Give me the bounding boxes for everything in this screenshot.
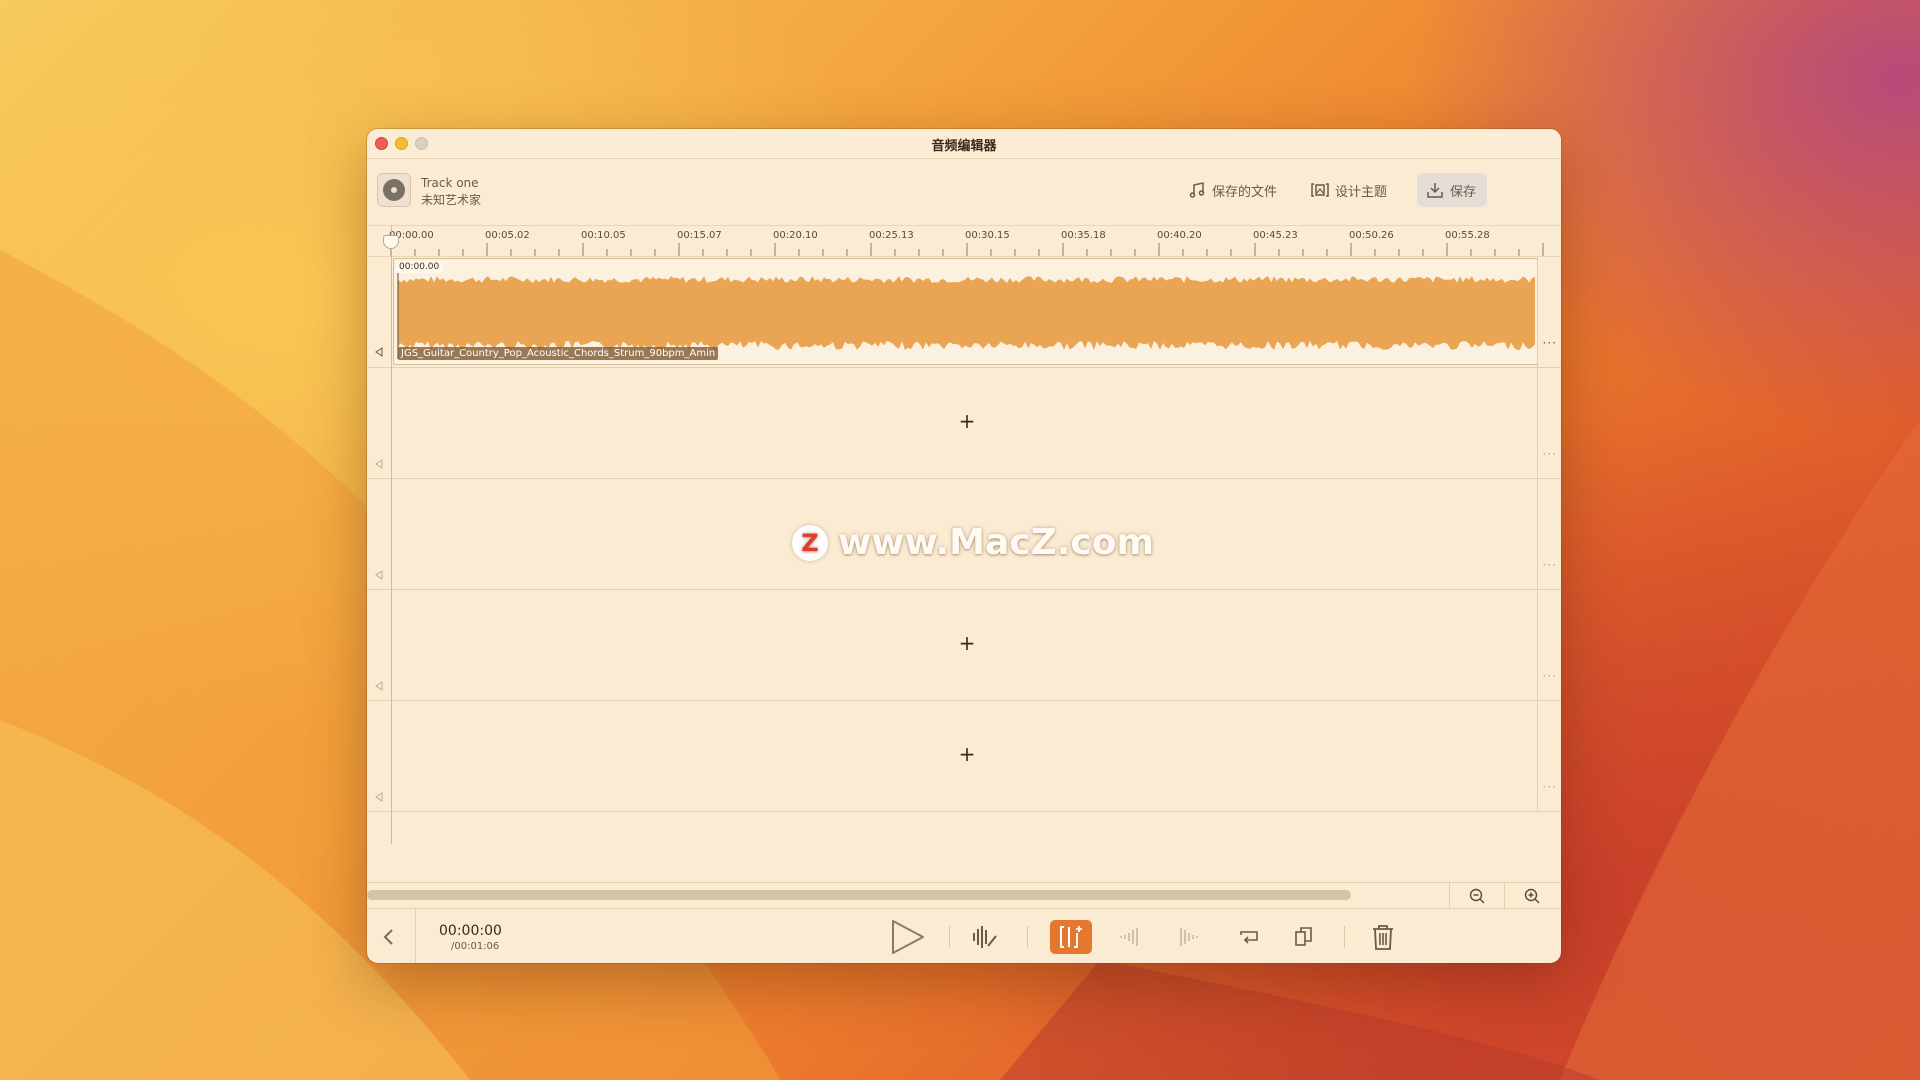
track-header: Track one 未知艺术家 保存的文件 设计主题 保存 [367, 159, 1561, 226]
fade-in-icon [1120, 928, 1138, 946]
lane-controls [367, 367, 392, 478]
chevron-left-icon[interactable] [377, 925, 401, 949]
music-note-icon [1189, 182, 1205, 198]
time-ruler[interactable]: 00:00.00 00:05.02 00:10.05 00:15.07 00:20.10… [367, 225, 1561, 257]
download-icon [1427, 183, 1443, 198]
waveform-edit-icon [973, 926, 997, 948]
zoom-in-icon [1524, 888, 1540, 904]
lane-controls [367, 478, 392, 589]
delete-button[interactable] [1367, 921, 1399, 953]
ruler-label: 00:10.05 [581, 230, 626, 241]
fade-out-button[interactable] [1173, 921, 1205, 953]
ruler-label: 00:35.18 [1061, 230, 1106, 241]
title-bar: 音频编辑器 [367, 129, 1561, 159]
ruler-label: 00:45.23 [1253, 230, 1298, 241]
zoom-out-button[interactable] [1449, 883, 1504, 909]
lane-controls [367, 700, 392, 811]
ruler-label: 00:05.02 [485, 230, 530, 241]
speaker-icon[interactable] [373, 346, 385, 358]
timeline-scroll-row [367, 882, 1561, 909]
track-artist: 未知艺术家 [421, 193, 482, 207]
loop-icon [1240, 931, 1258, 944]
ruler-label: 00:25.13 [869, 230, 914, 241]
total-time: /00:01:06 [451, 941, 500, 952]
speaker-icon[interactable] [373, 680, 385, 692]
fade-out-icon [1180, 928, 1198, 946]
window-title: 音频编辑器 [931, 139, 997, 154]
add-clip-button[interactable]: + [957, 409, 977, 433]
ruler-label: 00:20.10 [773, 230, 818, 241]
waveform-shape [398, 276, 1535, 350]
current-time: 00:00:00 [439, 923, 502, 939]
disc-icon [383, 179, 405, 201]
track-lane-5: + ··· [367, 700, 1561, 812]
clip-file-name: JGS_Guitar_Country_Pop_Acoustic_Chords_S… [398, 347, 719, 360]
copy-icon [1295, 927, 1312, 946]
lane-options: ··· [1537, 367, 1561, 478]
audio-editor-window: 音频编辑器 Track one 未知艺术家 保存的文件 设计主题 保存 00:0… [367, 129, 1561, 963]
add-clip-button[interactable]: + [957, 631, 977, 655]
lane-controls [367, 256, 392, 367]
more-options-button[interactable]: ··· [1543, 336, 1557, 350]
ruler-label: 00:15.07 [677, 230, 722, 241]
play-icon [892, 920, 924, 954]
watermark-logo: Z [792, 524, 828, 561]
more-options-button[interactable]: ··· [1543, 669, 1557, 683]
split-clip-button[interactable] [1050, 920, 1092, 954]
theme-frame-icon [1311, 183, 1329, 197]
split-clip-icon [1060, 926, 1082, 948]
add-clip-button[interactable]: + [957, 742, 977, 766]
speaker-icon[interactable] [373, 791, 385, 803]
ruler-label: 00:55.28 [1445, 230, 1490, 241]
playhead-line [391, 225, 392, 844]
toolbar-divider [415, 909, 416, 963]
ruler-label: 00:40.20 [1157, 230, 1202, 241]
ruler-label: 00:50.26 [1349, 230, 1394, 241]
save-label: 保存 [1450, 184, 1477, 200]
loop-button[interactable] [1233, 921, 1265, 953]
play-button[interactable] [889, 919, 925, 955]
copy-button[interactable] [1288, 921, 1320, 953]
watermark-text: www.MacZ.com [838, 522, 1154, 563]
lane-options: ··· [1537, 256, 1561, 367]
more-options-button[interactable]: ··· [1543, 780, 1557, 794]
save-button[interactable]: 保存 [1417, 173, 1487, 207]
design-theme-button[interactable]: 设计主题 [1302, 173, 1395, 207]
lane-options: ··· [1537, 589, 1561, 700]
fade-in-button[interactable] [1113, 921, 1145, 953]
track-lane-2: + ··· [367, 367, 1561, 479]
more-options-button[interactable]: ··· [1543, 447, 1557, 461]
design-theme-label: 设计主题 [1335, 184, 1388, 200]
horizontal-scrollbar[interactable] [367, 890, 1351, 900]
trash-icon [1373, 925, 1393, 950]
ruler-label: 00:30.15 [965, 230, 1010, 241]
saved-files-label: 保存的文件 [1212, 184, 1278, 200]
audio-clip[interactable]: 00:00.00 JGS_Guitar_Country_Pop_Acoustic… [393, 258, 1538, 365]
clip-start-time: 00:00.00 [396, 261, 443, 273]
saved-files-button[interactable]: 保存的文件 [1179, 173, 1285, 207]
waveform-edit-button[interactable] [969, 921, 1001, 953]
lane-options: ··· [1537, 478, 1561, 589]
album-art[interactable] [377, 173, 411, 207]
toolbar-divider [949, 926, 950, 948]
bottom-toolbar: 00:00:00 /00:01:06 [367, 908, 1561, 963]
lane-controls [367, 589, 392, 700]
watermark: Z www.MacZ.com [792, 522, 1154, 563]
zoom-out-icon [1469, 888, 1485, 904]
toolbar-divider [1344, 926, 1345, 948]
speaker-icon[interactable] [373, 458, 385, 470]
zoom-in-button[interactable] [1504, 883, 1559, 909]
more-options-button[interactable]: ··· [1543, 558, 1557, 572]
lane-gutter [367, 811, 392, 844]
toolbar-divider [1027, 926, 1028, 948]
track-lane-4: + ··· [367, 589, 1561, 701]
lane-options: ··· [1537, 700, 1561, 811]
speaker-icon[interactable] [373, 569, 385, 581]
track-name: Track one [421, 176, 479, 190]
track-lane-1: 00:00.00 JGS_Guitar_Country_Pop_Acoustic… [367, 256, 1561, 368]
